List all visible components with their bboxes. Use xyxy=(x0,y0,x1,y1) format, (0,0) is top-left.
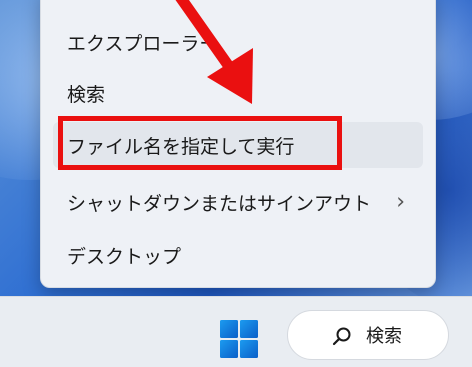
menu-item-label: ファイル名を指定して実行 xyxy=(67,135,295,158)
menu-item-run[interactable]: ファイル名を指定して実行 xyxy=(53,122,423,168)
taskbar-search-box[interactable]: 検索 xyxy=(287,310,449,360)
chevron-right-icon: › xyxy=(396,189,405,215)
start-context-menu: エクスプローラー 検索 ファイル名を指定して実行 シャットダウンまたはサインアウ… xyxy=(40,0,436,288)
menu-item-shutdown-or-signout[interactable]: シャットダウンまたはサインアウト › xyxy=(53,179,423,225)
menu-item-label: エクスプローラー xyxy=(67,32,219,55)
menu-item-desktop[interactable]: デスクトップ xyxy=(53,232,423,278)
menu-item-label: デスクトップ xyxy=(67,245,182,268)
taskbar-search-label: 検索 xyxy=(366,326,402,347)
menu-item-label: 検索 xyxy=(67,83,106,106)
taskbar: 検索 xyxy=(0,296,472,367)
windows-logo-icon xyxy=(220,320,258,358)
menu-item-file-explorer[interactable]: エクスプローラー xyxy=(53,19,423,65)
desktop: エクスプローラー 検索 ファイル名を指定して実行 シャットダウンまたはサインアウ… xyxy=(0,0,472,367)
menu-item-search[interactable]: 検索 xyxy=(53,70,423,116)
menu-item-label: シャットダウンまたはサインアウト xyxy=(67,192,372,215)
start-button[interactable] xyxy=(219,319,259,359)
search-icon xyxy=(332,327,351,346)
